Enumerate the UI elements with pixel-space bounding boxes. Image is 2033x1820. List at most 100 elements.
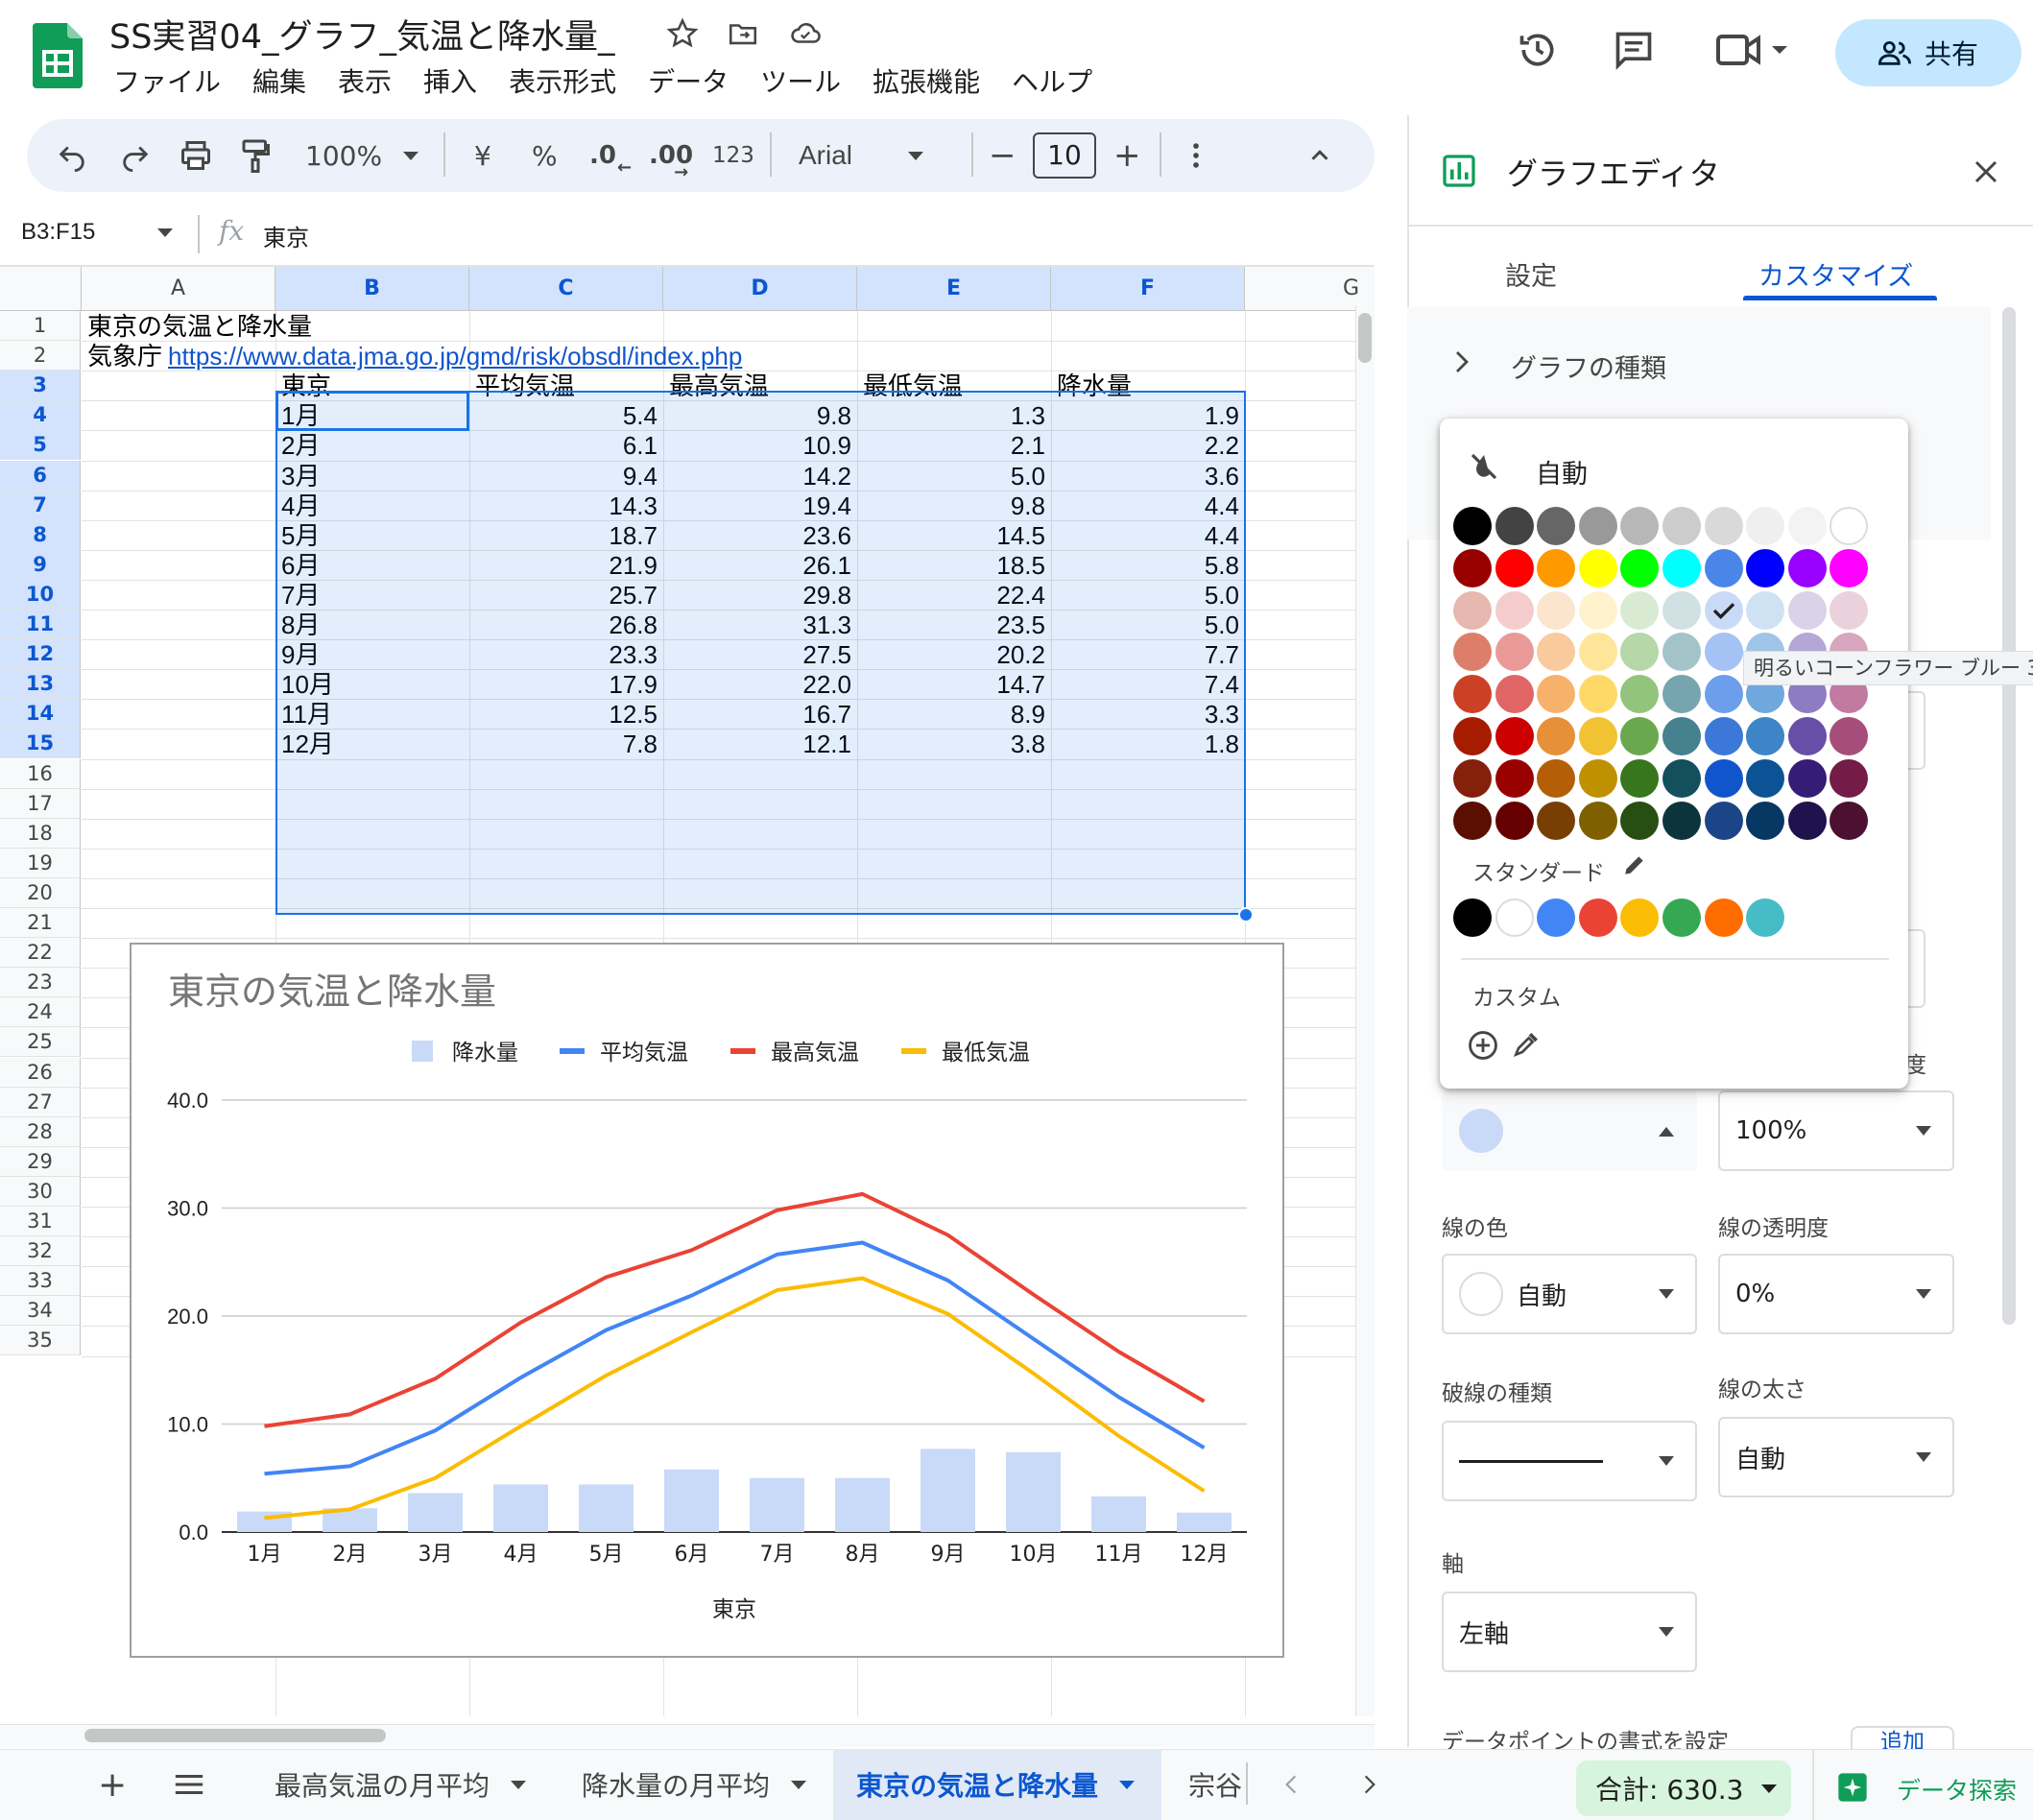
sheet-tab-soya[interactable]: 宗谷 <box>1188 1749 1244 1820</box>
explore-icon[interactable] <box>1837 1772 1868 1803</box>
cloud-saved-icon[interactable] <box>787 17 824 50</box>
star-icon[interactable] <box>666 17 699 50</box>
sum-indicator[interactable]: 合計: 630.3 <box>1576 1760 1791 1816</box>
selection-handle[interactable] <box>1238 907 1254 922</box>
color-swatch[interactable] <box>1453 801 1492 840</box>
name-box[interactable]: B3:F15 <box>21 219 95 246</box>
color-swatch[interactable] <box>1578 801 1617 840</box>
color-swatch[interactable] <box>1620 675 1660 714</box>
color-swatch[interactable] <box>1830 507 1869 545</box>
color-swatch[interactable] <box>1662 548 1701 587</box>
color-swatch[interactable] <box>1704 675 1743 714</box>
color-swatch[interactable] <box>1620 507 1660 545</box>
color-swatch[interactable] <box>1537 675 1576 714</box>
eyedropper-icon[interactable] <box>1511 1029 1542 1060</box>
color-swatch[interactable] <box>1578 548 1617 587</box>
menu-tools[interactable]: ツール <box>760 61 841 100</box>
color-swatch[interactable] <box>1830 548 1869 587</box>
percent-format-button[interactable]: % <box>532 119 558 192</box>
color-swatch[interactable] <box>1746 717 1785 755</box>
color-swatch[interactable] <box>1787 758 1827 798</box>
embedded-chart[interactable]: 東京の気温と降水量 40.0 30.0 20.0 10.0 0.0 降水量 平均気温 最高気温 最… <box>130 943 1284 1658</box>
scroll-tabs-left-icon[interactable] <box>1282 1749 1300 1820</box>
color-swatch[interactable] <box>1537 717 1576 755</box>
color-swatch[interactable] <box>1830 758 1869 798</box>
color-swatch[interactable] <box>1620 590 1660 630</box>
color-swatch[interactable] <box>1662 507 1701 545</box>
sheet-tab-precip[interactable]: 降水量の月平均 <box>582 1749 807 1820</box>
font-size-increase-button[interactable]: + <box>1113 119 1141 192</box>
color-swatch[interactable] <box>1537 590 1576 630</box>
line-thickness-select[interactable]: 自動 <box>1718 1417 1954 1497</box>
menu-help[interactable]: ヘルプ <box>1012 61 1092 100</box>
standard-color-swatch[interactable] <box>1453 898 1492 937</box>
standard-color-swatch[interactable] <box>1704 898 1743 937</box>
menu-file[interactable]: ファイル <box>113 61 221 100</box>
tab-setup[interactable]: 設定 <box>1505 255 1557 293</box>
color-swatch[interactable] <box>1704 548 1743 587</box>
standard-color-swatch[interactable] <box>1495 898 1534 937</box>
chevron-right-icon[interactable] <box>1449 347 1474 376</box>
add-custom-color-icon[interactable] <box>1467 1029 1499 1062</box>
color-swatch[interactable] <box>1746 548 1785 587</box>
color-swatch[interactable] <box>1495 801 1534 840</box>
color-swatch[interactable] <box>1704 590 1743 630</box>
color-swatch[interactable] <box>1578 717 1617 755</box>
color-swatch[interactable] <box>1495 717 1534 755</box>
color-swatch[interactable] <box>1453 633 1492 672</box>
color-swatch[interactable] <box>1704 758 1743 798</box>
color-swatch[interactable] <box>1537 758 1576 798</box>
color-swatch[interactable] <box>1578 590 1617 630</box>
color-swatch[interactable] <box>1453 507 1492 545</box>
menu-data[interactable]: データ <box>648 61 729 100</box>
color-swatch[interactable] <box>1578 758 1617 798</box>
color-swatch[interactable] <box>1453 590 1492 630</box>
color-swatch[interactable] <box>1662 717 1701 755</box>
share-button[interactable]: 共有 <box>1835 19 2021 86</box>
color-swatch[interactable] <box>1662 801 1701 840</box>
color-swatch[interactable] <box>1787 717 1827 755</box>
menu-insert[interactable]: 挿入 <box>423 61 477 100</box>
font-select[interactable]: Arial <box>799 119 924 192</box>
color-swatch[interactable] <box>1495 548 1534 587</box>
color-swatch[interactable] <box>1662 590 1701 630</box>
color-swatch[interactable] <box>1537 507 1576 545</box>
chevron-down-icon[interactable] <box>157 228 173 237</box>
color-swatch[interactable] <box>1537 633 1576 672</box>
color-swatch[interactable] <box>1830 801 1869 840</box>
vertical-scrollbar[interactable] <box>1355 305 1375 1716</box>
color-swatch[interactable] <box>1453 675 1492 714</box>
line-opacity-select[interactable]: 0% <box>1718 1254 1954 1334</box>
color-swatch[interactable] <box>1704 633 1743 672</box>
color-swatch[interactable] <box>1787 507 1827 545</box>
color-swatch[interactable] <box>1662 758 1701 798</box>
menu-edit[interactable]: 編集 <box>252 61 306 100</box>
panel-scroll-thumb[interactable] <box>2002 307 2016 1325</box>
document-title[interactable]: SS実習04_グラフ_気温と降水量_ <box>109 10 614 59</box>
more-formats-button[interactable]: 123 <box>712 119 754 192</box>
color-swatch[interactable] <box>1495 758 1534 798</box>
explore-button[interactable]: データ探索 <box>1897 1772 2017 1807</box>
color-swatch[interactable] <box>1495 675 1534 714</box>
font-size-decrease-button[interactable]: − <box>989 119 1016 192</box>
color-swatch[interactable] <box>1537 801 1576 840</box>
color-swatch[interactable] <box>1787 590 1827 630</box>
color-swatch[interactable] <box>1746 801 1785 840</box>
menu-format[interactable]: 表示形式 <box>509 61 616 100</box>
axis-select[interactable]: 左軸 <box>1442 1592 1697 1672</box>
color-swatch[interactable] <box>1453 717 1492 755</box>
add-sheet-button[interactable]: + <box>98 1749 127 1820</box>
undo-icon[interactable] <box>56 119 88 192</box>
color-swatch[interactable] <box>1620 717 1660 755</box>
fill-color-select[interactable] <box>1442 1090 1697 1171</box>
color-swatch[interactable] <box>1620 801 1660 840</box>
sheet-tab-tokyo[interactable]: 東京の気温と降水量 <box>856 1749 1136 1820</box>
scroll-tabs-right-icon[interactable] <box>1361 1749 1378 1820</box>
color-swatch[interactable] <box>1578 633 1617 672</box>
font-size-input[interactable]: 10 <box>1033 132 1096 179</box>
color-swatch[interactable] <box>1453 548 1492 587</box>
color-swatch[interactable] <box>1662 675 1701 714</box>
color-swatch[interactable] <box>1787 801 1827 840</box>
zoom-select[interactable]: 100% <box>305 119 419 192</box>
color-swatch[interactable] <box>1620 548 1660 587</box>
